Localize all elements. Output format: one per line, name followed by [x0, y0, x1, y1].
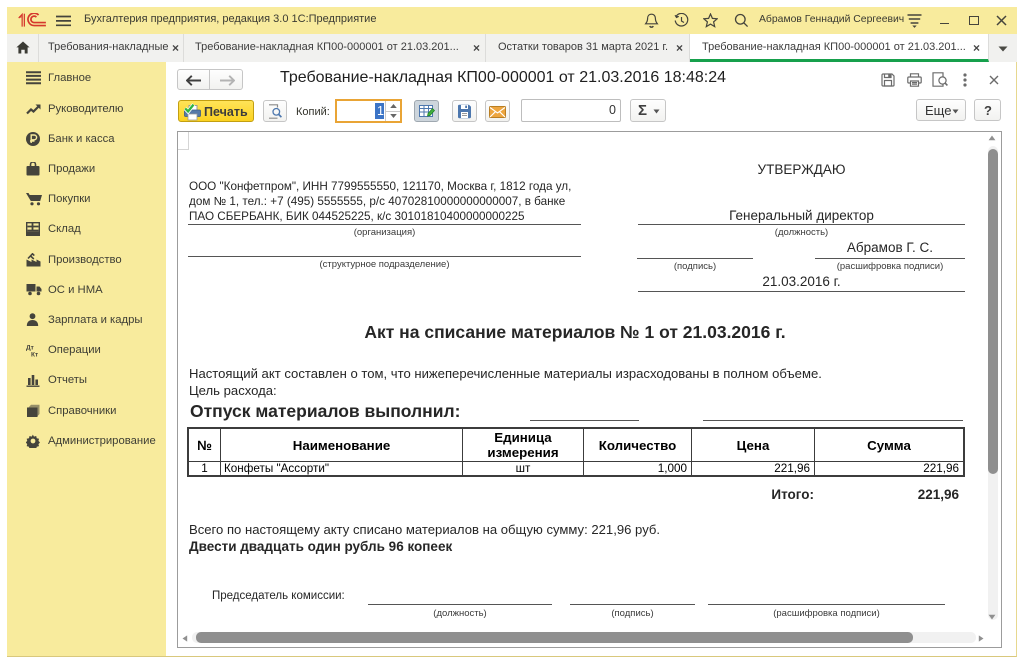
svg-text:Кт: Кт [31, 352, 38, 358]
svg-text:Дт: Дт [26, 345, 34, 352]
